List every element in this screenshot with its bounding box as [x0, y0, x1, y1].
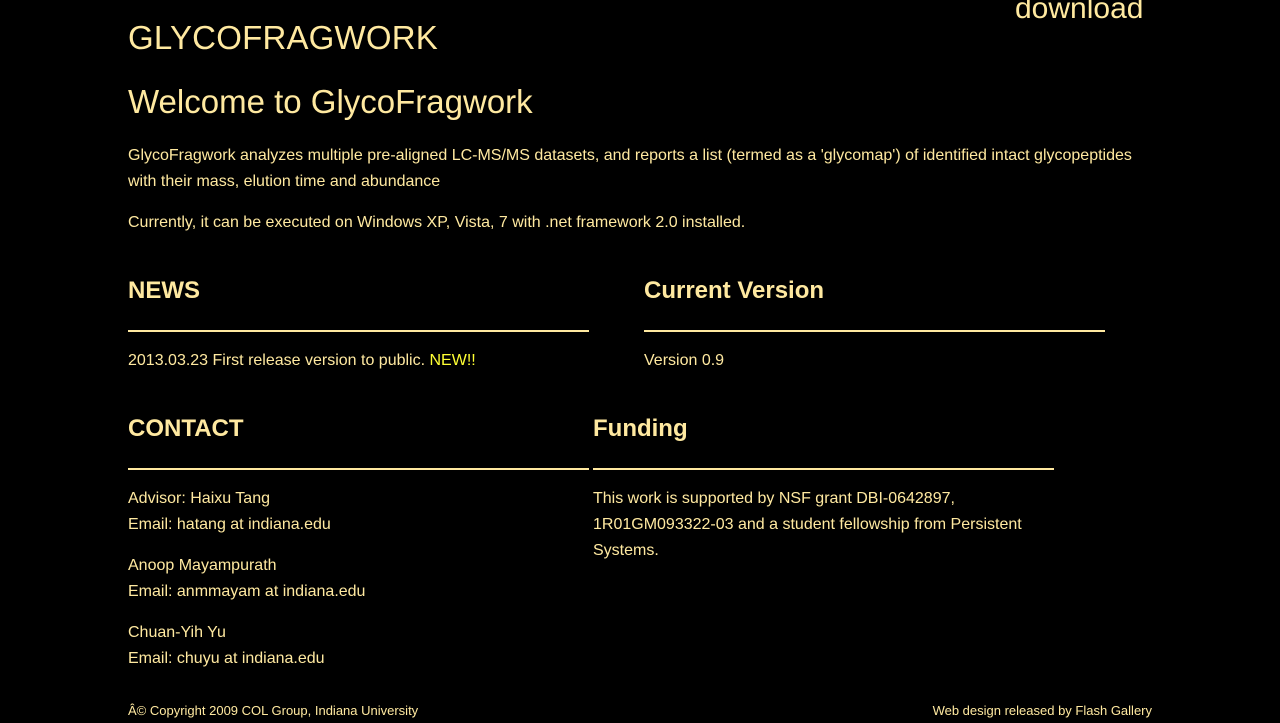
news-section: NEWS 2013.03.23 First release version to…: [128, 276, 589, 369]
current-version-section: Current Version Version 0.9: [644, 276, 1105, 369]
download-link[interactable]: download: [1015, 0, 1143, 26]
news-item: 2013.03.23 First release version to publ…: [128, 348, 589, 374]
contact-entry: Advisor: Haixu Tang Email: hatang at ind…: [128, 486, 589, 538]
current-version-heading: Current Version: [644, 277, 825, 304]
contact-email: Email: chuyu at indiana.edu: [128, 650, 325, 667]
contact-entry: Anoop Mayampurath Email: anmmayam at ind…: [128, 553, 589, 605]
contact-section: CONTACT Advisor: Haixu Tang Email: hatan…: [128, 414, 589, 667]
flash-gallery-link[interactable]: Flash Gallery: [1075, 703, 1152, 718]
contact-name: Anoop Mayampurath: [128, 557, 277, 574]
intro-description: GlycoFragwork analyzes multiple pre-alig…: [128, 147, 1132, 190]
intro-requirements: Currently, it can be executed on Windows…: [128, 214, 746, 231]
new-badge: NEW!!: [429, 352, 476, 369]
contact-divider: [128, 468, 589, 470]
news-item-text: 2013.03.23 First release version to publ…: [128, 352, 430, 369]
footer-copyright: Â© Copyright 2009 COL Group, Indiana Uni…: [128, 703, 419, 718]
welcome-heading: Welcome to GlycoFragwork: [128, 83, 533, 120]
contact-heading: CONTACT: [128, 415, 244, 442]
funding-heading: Funding: [593, 415, 688, 442]
funding-divider: [593, 468, 1054, 470]
footer-credit: Web design released by Flash Gallery: [933, 703, 1152, 719]
footer-credit-prefix: Web design released by: [932, 703, 1076, 718]
funding-text: This work is supported by NSF grant DBI-…: [593, 490, 1022, 559]
contact-name: Advisor: Haixu Tang: [128, 490, 270, 507]
funding-section: Funding This work is supported by NSF gr…: [593, 414, 1054, 559]
contact-email: Email: hatang at indiana.edu: [128, 516, 331, 533]
contact-name: Chuan-Yih Yu: [128, 624, 226, 641]
news-list: 2013.03.23 First release version to publ…: [128, 348, 589, 374]
current-version-divider: [644, 330, 1105, 332]
current-version-text: Version 0.9: [644, 352, 725, 369]
contact-email: Email: anmmayam at indiana.edu: [128, 583, 366, 600]
news-heading: NEWS: [128, 277, 200, 304]
contact-list: Advisor: Haixu Tang Email: hatang at ind…: [128, 486, 589, 687]
site-title: GLYCOFRAGWORK: [128, 19, 439, 56]
news-divider: [128, 330, 589, 332]
contact-entry: Chuan-Yih Yu Email: chuyu at indiana.edu: [128, 620, 589, 672]
